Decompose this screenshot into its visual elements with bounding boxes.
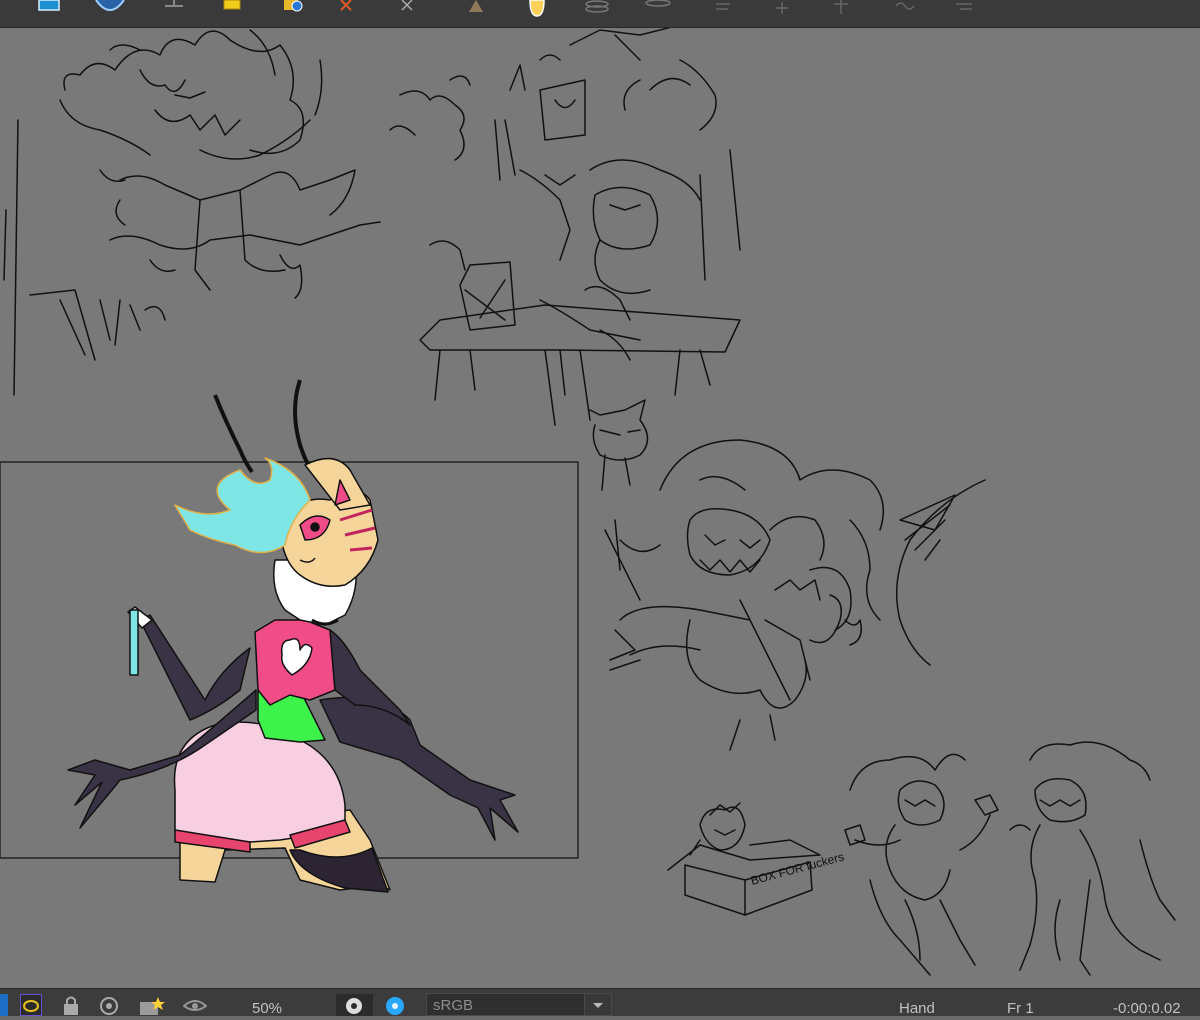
bell-icon[interactable]	[520, 0, 554, 17]
sketch-jester-pair-right	[1009, 741, 1176, 976]
zoom-level[interactable]: 50%	[252, 989, 282, 1018]
gear-icon[interactable]	[336, 994, 373, 1016]
camera-star-icon[interactable]	[140, 994, 165, 1016]
sketch-line	[3, 209, 7, 281]
current-tool: Hand	[899, 1000, 935, 1017]
globe-icon[interactable]	[276, 0, 310, 14]
sketch-creature-head	[59, 29, 323, 160]
cursor-x-icon[interactable]	[390, 0, 424, 14]
sketch-scribbles	[29, 289, 166, 361]
onion-skin-icon[interactable]	[19, 993, 43, 1017]
sketch-small-cat	[589, 399, 649, 491]
color-space-select[interactable]: sRGB	[426, 993, 612, 1016]
curve-icon[interactable]	[888, 0, 922, 14]
cone-icon[interactable]	[459, 0, 493, 14]
sketch-jester-pair-left	[844, 753, 999, 976]
top-toolbar	[0, 0, 1200, 28]
flower-icon[interactable]	[382, 994, 404, 1016]
eye-icon[interactable]	[182, 994, 208, 1016]
color-space-value: sRGB	[433, 997, 474, 1014]
list-icon[interactable]	[946, 0, 980, 14]
rotate-icon[interactable]	[98, 994, 120, 1016]
colored-character	[67, 379, 519, 893]
time-readout: -0:00:0.02	[1113, 1000, 1181, 1017]
disk-icon[interactable]	[641, 0, 675, 14]
monitor-icon[interactable]	[32, 0, 66, 14]
chevron-down-icon[interactable]	[584, 994, 611, 1015]
box-label: BOX FOR fuckers	[749, 850, 845, 888]
stack-icon[interactable]	[580, 0, 614, 14]
drawing-canvas[interactable]: BOX FOR fuckers	[0, 28, 1200, 988]
sketch-creature-body	[99, 169, 381, 299]
shield-icon[interactable]	[93, 0, 127, 14]
artwork: BOX FOR fuckers	[0, 28, 1176, 976]
move-icon[interactable]	[824, 0, 858, 14]
sketch-jester-bench	[389, 28, 741, 426]
align-icon[interactable]	[706, 0, 740, 14]
sketch-box	[667, 802, 821, 916]
lock-icon[interactable]	[60, 994, 82, 1016]
plus-icon[interactable]	[765, 0, 799, 14]
layer-color-icon[interactable]	[0, 994, 8, 1016]
layer-down-icon[interactable]	[157, 0, 191, 14]
frame-indicator: Fr 1	[1007, 1000, 1034, 1017]
status-bar: 50% sRGB Hand Fr 1 -0:00:0.02	[0, 988, 1200, 1018]
sketch-line	[13, 119, 19, 396]
close-x-icon[interactable]	[329, 0, 363, 14]
sketch-jester-big	[604, 439, 986, 751]
folder-icon[interactable]	[215, 0, 249, 14]
